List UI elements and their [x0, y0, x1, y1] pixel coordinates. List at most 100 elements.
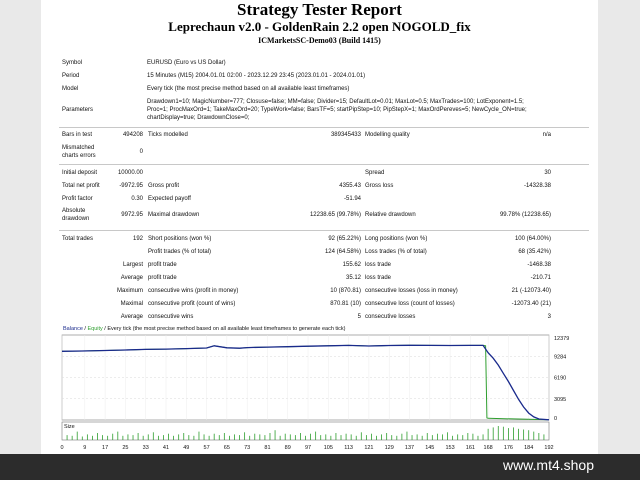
size-bar: [477, 435, 479, 440]
largest-label: Largest: [122, 262, 143, 268]
y-tick-label: 12379: [554, 336, 569, 342]
size-bar: [320, 435, 322, 440]
size-bar: [482, 434, 484, 440]
x-tick-label: 89: [285, 445, 291, 451]
loss-trades-label: Loss trades (% of total): [365, 249, 427, 255]
size-bar: [335, 433, 337, 440]
net-profit-value: -9972.95: [119, 183, 143, 189]
size-bar: [315, 431, 317, 440]
avg-consecutive-losses-label: consecutive losses: [365, 314, 416, 320]
size-bar: [340, 435, 342, 440]
size-bar: [163, 435, 164, 440]
parameters-label: Parameters: [62, 107, 94, 113]
absolute-drawdown-label: drawdown: [62, 216, 90, 222]
size-bar: [254, 433, 256, 440]
average-loss-label: loss trade: [365, 275, 392, 281]
watermark-text: www.mt4.shop: [502, 457, 594, 473]
size-bar: [396, 435, 398, 440]
avg-consecutive-losses-value: 3: [547, 314, 551, 320]
size-bar: [284, 433, 286, 440]
legend-equity: Equity: [87, 326, 103, 332]
size-bar: [97, 433, 98, 440]
size-bar: [345, 433, 347, 440]
short-positions-value: 92 (65.22%): [328, 236, 361, 242]
size-bar: [381, 434, 382, 440]
maximal-drawdown-label: Maximal drawdown: [148, 212, 200, 218]
max-consecutive-losses-value: 21 (-12073.40): [511, 288, 551, 294]
gross-profit-label: Gross profit: [148, 183, 180, 189]
x-tick-label: 145: [425, 445, 434, 451]
x-tick-label: 129: [385, 445, 394, 451]
size-bar: [513, 427, 514, 440]
size-bar: [452, 435, 454, 440]
average-profit-label: profit trade: [148, 275, 177, 281]
size-bar: [538, 433, 540, 440]
largest-loss-value: -1468.38: [527, 262, 551, 268]
relative-drawdown-value: 99.78% (12238.65): [499, 212, 551, 218]
size-bar: [178, 434, 180, 440]
size-bar: [269, 433, 271, 440]
x-tick-label: 41: [163, 445, 169, 451]
size-bar: [81, 436, 83, 440]
size-bar: [431, 435, 433, 440]
x-tick-label: 73: [244, 445, 250, 451]
x-tick-label: 105: [324, 445, 333, 451]
size-bar: [447, 432, 448, 440]
size-bar: [518, 428, 519, 440]
size-bar: [66, 435, 68, 440]
model-label: Model: [62, 86, 79, 92]
absolute-drawdown-value: 9972.95: [121, 212, 143, 218]
x-tick-label: 153: [445, 445, 454, 451]
size-bar: [234, 434, 235, 440]
size-bar: [497, 426, 499, 440]
size-bar: [76, 431, 78, 440]
profit-factor-label: Profit factor: [62, 196, 93, 202]
initial-deposit-value: 10000.00: [117, 170, 143, 176]
long-positions-label: Long positions (won %): [365, 236, 428, 242]
divider: [59, 164, 589, 165]
profit-trades-label: Profit trades (% of total): [148, 249, 212, 255]
modelling-quality-label: Modelling quality: [365, 132, 410, 138]
x-tick-label: 25: [122, 445, 128, 451]
max-consecutive-wins-value: 10 (870.81): [330, 288, 361, 294]
size-bar: [168, 433, 169, 440]
x-tick-label: 65: [224, 445, 230, 451]
size-bar: [472, 433, 474, 440]
size-bar: [462, 435, 464, 440]
size-bar: [421, 435, 423, 440]
x-tick-label: 17: [102, 445, 108, 451]
x-tick-label: 9: [83, 445, 86, 451]
size-bar: [188, 435, 190, 440]
short-positions-label: Short positions (won %): [148, 236, 212, 242]
average-loss-value: -210.71: [530, 275, 551, 281]
x-tick-label: 121: [364, 445, 373, 451]
size-bar: [436, 433, 438, 440]
expected-payoff-value: -51.94: [343, 196, 361, 202]
size-bar: [223, 433, 225, 440]
average-consecutive-label: Average: [120, 314, 143, 320]
size-bar: [360, 432, 362, 440]
watermark-bar: www.mt4.shop: [0, 454, 640, 480]
x-tick-label: 57: [204, 445, 210, 451]
size-bar: [305, 435, 306, 440]
bars-label: Bars in test: [62, 132, 93, 138]
size-bar: [502, 426, 504, 440]
x-tick-label: 97: [305, 445, 311, 451]
model-value: Every tick (the most precise method base…: [147, 86, 350, 92]
x-tick-label: 33: [143, 445, 149, 451]
size-bar: [508, 428, 509, 440]
size-bar: [86, 434, 88, 440]
size-bar: [279, 435, 281, 440]
expert-name: Leprechaun v2.0 - GoldenRain 2.2 open NO…: [168, 19, 471, 34]
largest-profit-value: 155.62: [342, 262, 361, 268]
report-sheet: Strategy Tester Report Leprechaun v2.0 -…: [41, 0, 598, 454]
bars-value: 494208: [122, 132, 143, 138]
size-bar: [244, 432, 246, 440]
size-bar: [325, 434, 327, 440]
y-tick-label: 9284: [554, 354, 566, 360]
ticks-label: Ticks modelled: [148, 132, 188, 138]
long-positions-value: 100 (64.00%): [514, 236, 551, 242]
mismatch-label: Mismatched: [62, 145, 95, 151]
divider: [59, 230, 589, 231]
size-bar: [102, 435, 103, 440]
